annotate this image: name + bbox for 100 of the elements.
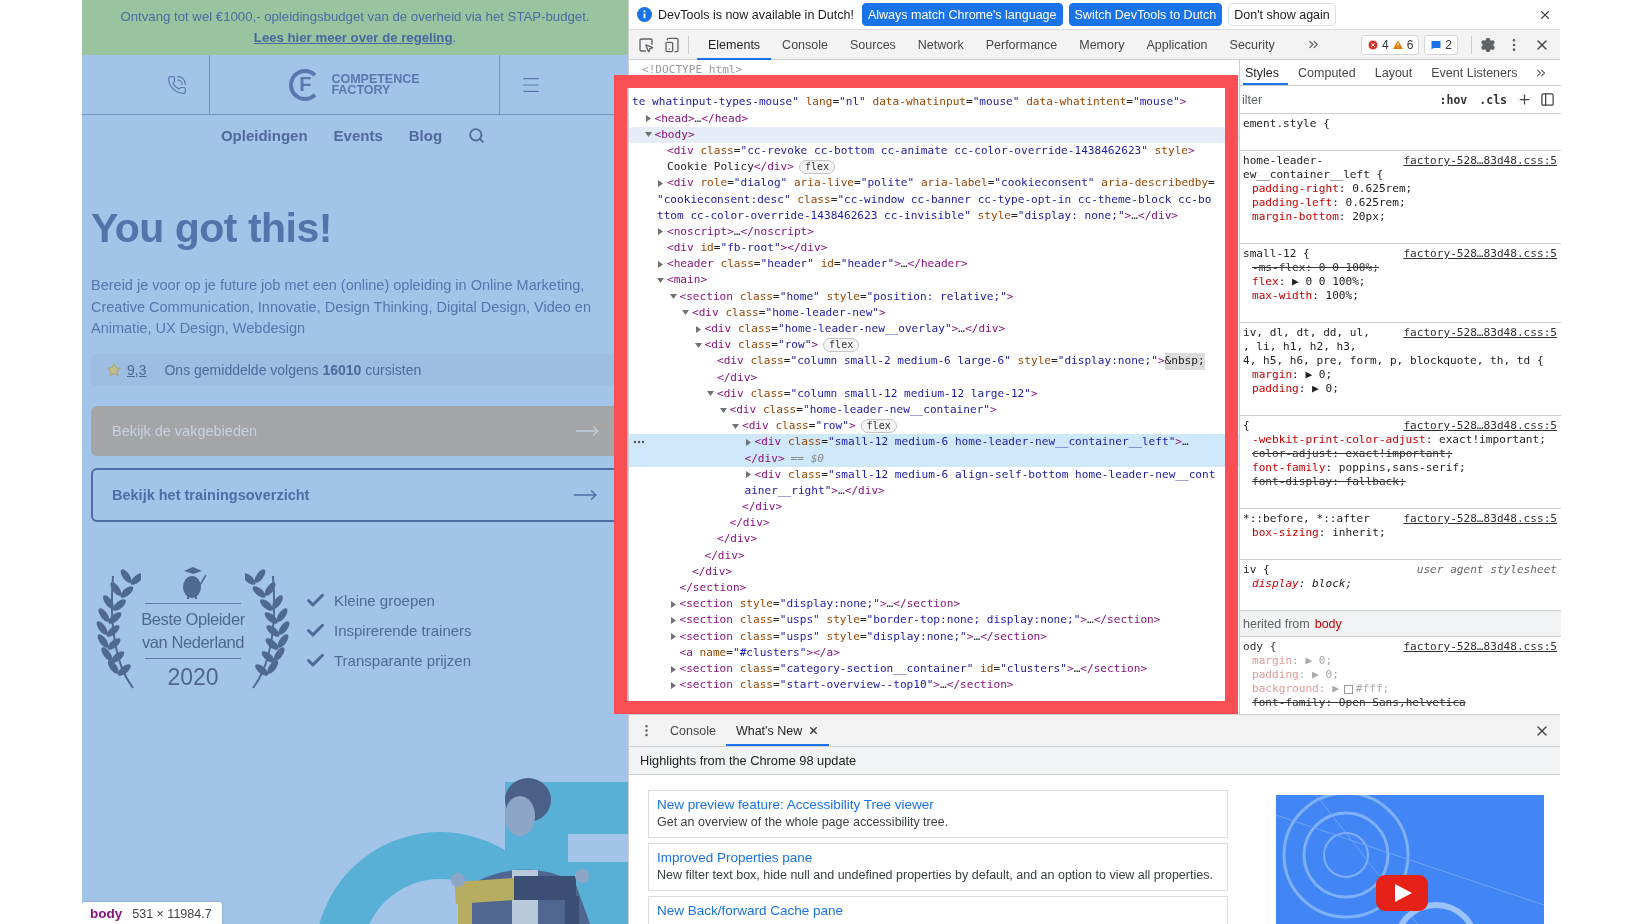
phone-icon[interactable] xyxy=(167,74,187,95)
css-declaration: padding-right: 0.625rem; xyxy=(1252,182,1413,196)
tree-node[interactable]: <div class="cc-revoke cc-bottom cc-animate cc-color-override-1438462623" style> Cookie Policy</div> flex xyxy=(629,142,1239,176)
drawer-tab[interactable]: Console xyxy=(660,715,726,746)
toggle-icon[interactable] xyxy=(744,438,752,446)
toggle-icon[interactable] xyxy=(707,390,714,398)
devtools-tab[interactable]: Performance xyxy=(974,29,1069,60)
tree-node[interactable]: <section class="category-section__container" id="clusters">…</section> xyxy=(629,660,1239,678)
toggle-icon[interactable] xyxy=(669,617,677,624)
language-button[interactable]: Always match Chrome's language xyxy=(861,3,1063,26)
toggle-icon[interactable] xyxy=(669,600,677,608)
toggle-icon[interactable] xyxy=(644,115,652,123)
css-declaration: font-family: Open Sans,helvetica xyxy=(1252,696,1466,710)
devtools-tab[interactable]: Security xyxy=(1218,29,1286,60)
source-link[interactable]: factory-528…83d48.css:5 xyxy=(1403,326,1557,340)
feature-link[interactable]: Improved Properties pane xyxy=(657,849,1219,866)
flex-badge[interactable]: flex xyxy=(823,338,860,353)
search-icon[interactable] xyxy=(468,126,486,144)
tree-node[interactable]: <div class="small-12 medium-6 home-leader-new__container__left">… </div> == $0 xyxy=(629,434,1239,467)
code-line: </div> xyxy=(741,499,784,516)
source-link[interactable]: factory-528…83d48.css:5 xyxy=(1403,512,1557,526)
tree-node[interactable]: <div class="column small-12 medium-12 large-12"> xyxy=(629,385,1239,402)
styles-tab[interactable]: Styles xyxy=(1243,60,1289,85)
tree-node[interactable]: <a name="#clusters"></a> xyxy=(629,644,1239,661)
devtools-tab[interactable]: Network xyxy=(906,29,975,60)
flex-badge[interactable]: flex xyxy=(798,160,835,175)
toggle-icon[interactable] xyxy=(657,228,664,236)
inherited-selector[interactable]: body xyxy=(1314,616,1342,631)
toggle-icon[interactable] xyxy=(669,633,677,641)
toggle-icon[interactable] xyxy=(644,131,652,139)
sidebar-toggle-icon[interactable] xyxy=(1540,92,1555,107)
toggle-icon[interactable] xyxy=(657,277,664,285)
inspect-icon[interactable] xyxy=(638,36,654,53)
tree-node[interactable]: <div role="dialog" aria-live="polite" aria-label="cookieconsent" aria-describedby= "cookieconsent:desc" class="cc-window cc-banner cc-type-opt-in cc-theme-block cc-bo ttom cc-color-override-1438462623 cc-invisible" style="display: none;">…</div> xyxy=(629,175,1239,224)
rating-text: Ons gemiddelde volgens 16010 cursisten xyxy=(164,361,422,378)
css-selector: ody { xyxy=(1243,640,1277,654)
toggle-icon[interactable] xyxy=(744,471,752,479)
tree-node[interactable]: <div class="small-12 medium-6 align-self-bottom home-leader-new__cont ainer__right">…</div> xyxy=(629,466,1239,500)
feature-link[interactable]: New preview feature: Accessibility Tree viewer xyxy=(657,796,1219,813)
devtools-tab[interactable]: Elements xyxy=(697,29,772,60)
color-swatch[interactable] xyxy=(1343,684,1353,694)
tree-node[interactable]: <div id="fb-root"></div> xyxy=(629,240,1239,257)
tree-node[interactable]: <noscript>…</noscript> xyxy=(629,223,1239,241)
devtools-tab[interactable]: Sources xyxy=(839,29,907,60)
tree-node[interactable]: <main> xyxy=(629,272,1239,289)
tree-node[interactable]: <section class="home" style="position: relative;"> xyxy=(629,288,1239,305)
styles-tab[interactable]: Layout xyxy=(1372,60,1422,85)
toggle-icon[interactable] xyxy=(669,293,677,301)
settings-icon[interactable] xyxy=(1480,36,1496,53)
more-icon[interactable] xyxy=(633,440,645,445)
language-button[interactable]: Switch DevTools to Dutch xyxy=(1068,3,1223,26)
style-tool-button[interactable]: .cls xyxy=(1477,92,1509,107)
tree-node[interactable]: <div class="home-leader-new"> xyxy=(629,304,1239,321)
devtools-tab[interactable]: Console xyxy=(771,29,839,60)
hero-text: Bereid je voor op je future job met een (online) opleiding in Online Marketing, Creative Communication, Innovatie, Design Thinking, Digital Design, Video en Animatie, UX Design, Webdesign xyxy=(91,276,592,338)
toggle-icon[interactable] xyxy=(657,260,664,268)
toggle-icon[interactable] xyxy=(657,179,664,187)
dismiss-button[interactable]: Don't show again xyxy=(1228,3,1336,26)
styles-tab[interactable]: Computed xyxy=(1296,60,1365,85)
source-link[interactable]: factory-528…83d48.css:5 xyxy=(1403,419,1557,433)
tree-node[interactable]: <head>…</head> xyxy=(629,110,1239,127)
issues-counter[interactable]: 4 6 xyxy=(1360,34,1420,55)
banner-text: Ontvang tot wel €1000,- opleidingsbudget van de overheid via het STAP-budget. Lees hier meer over de regeling. xyxy=(82,0,628,55)
messages-counter[interactable]: 2 xyxy=(1424,34,1458,55)
tree-node[interactable]: <section class="usps" style="display:none;">…</section> xyxy=(629,628,1239,645)
award-year: 2020 xyxy=(167,662,219,691)
tree-node[interactable]: te whatinput-types-mouse" lang="nl" data-whatinput="mouse" data-whatintent="mouse"> xyxy=(629,94,1239,111)
tree-node[interactable]: <section style="display:none;">…</section> xyxy=(629,596,1239,613)
source-link[interactable]: factory-528…83d48.css:5 xyxy=(1403,640,1557,654)
toggle-icon[interactable] xyxy=(732,422,739,430)
source-link[interactable]: factory-528…83d48.css:5 xyxy=(1403,154,1557,168)
tree-node[interactable]: <div class="home-leader-new__overlay">…</div> xyxy=(629,321,1239,338)
devtools-tab[interactable]: Application xyxy=(1135,29,1219,60)
tree-node[interactable]: <div class="home-leader-new__container"> xyxy=(629,401,1239,419)
close-icon[interactable] xyxy=(808,725,820,736)
tree-node[interactable]: <body> xyxy=(629,126,1239,143)
tree-node[interactable]: <div class="row"> flex xyxy=(629,418,1239,435)
toggle-icon[interactable] xyxy=(719,406,727,414)
plus-icon[interactable] xyxy=(1517,92,1532,107)
star-icon xyxy=(107,362,121,377)
tree-node[interactable]: <header class="header" id="header">…</header> xyxy=(629,256,1239,273)
award-text: Beste Opleider xyxy=(141,608,245,630)
styles-tab[interactable]: Event Listeners xyxy=(1429,60,1527,85)
toggle-icon[interactable] xyxy=(682,309,689,317)
source-label[interactable]: user agent stylesheet xyxy=(1416,563,1557,577)
toggle-icon[interactable] xyxy=(669,665,677,673)
toggle-icon[interactable] xyxy=(669,681,677,689)
device-icon[interactable] xyxy=(664,36,680,53)
toggle-icon[interactable] xyxy=(694,341,702,349)
source-link[interactable]: factory-528…83d48.css:5 xyxy=(1403,247,1557,261)
devtools-tab[interactable]: Memory xyxy=(1068,29,1136,60)
tooltip-size: 531 × 11984.7 xyxy=(132,907,212,921)
feature-link[interactable]: New Back/forward Cache pane xyxy=(657,902,1219,919)
tree-node[interactable]: <section class="start-overview--top10">…</section> xyxy=(629,677,1239,694)
tree-node[interactable]: <div class="column small-2 medium-6 large-6" style="display:none;">&nbsp; </div> xyxy=(629,353,1239,386)
style-tool-button[interactable]: :hov xyxy=(1437,92,1470,107)
tree-node[interactable]: <section class="usps" style="border-top:none; display:none;">…</section> xyxy=(629,612,1239,629)
flex-badge[interactable]: flex xyxy=(860,419,897,434)
toggle-icon[interactable] xyxy=(694,325,702,333)
tree-node[interactable]: <div class="row"> flex xyxy=(629,337,1239,354)
